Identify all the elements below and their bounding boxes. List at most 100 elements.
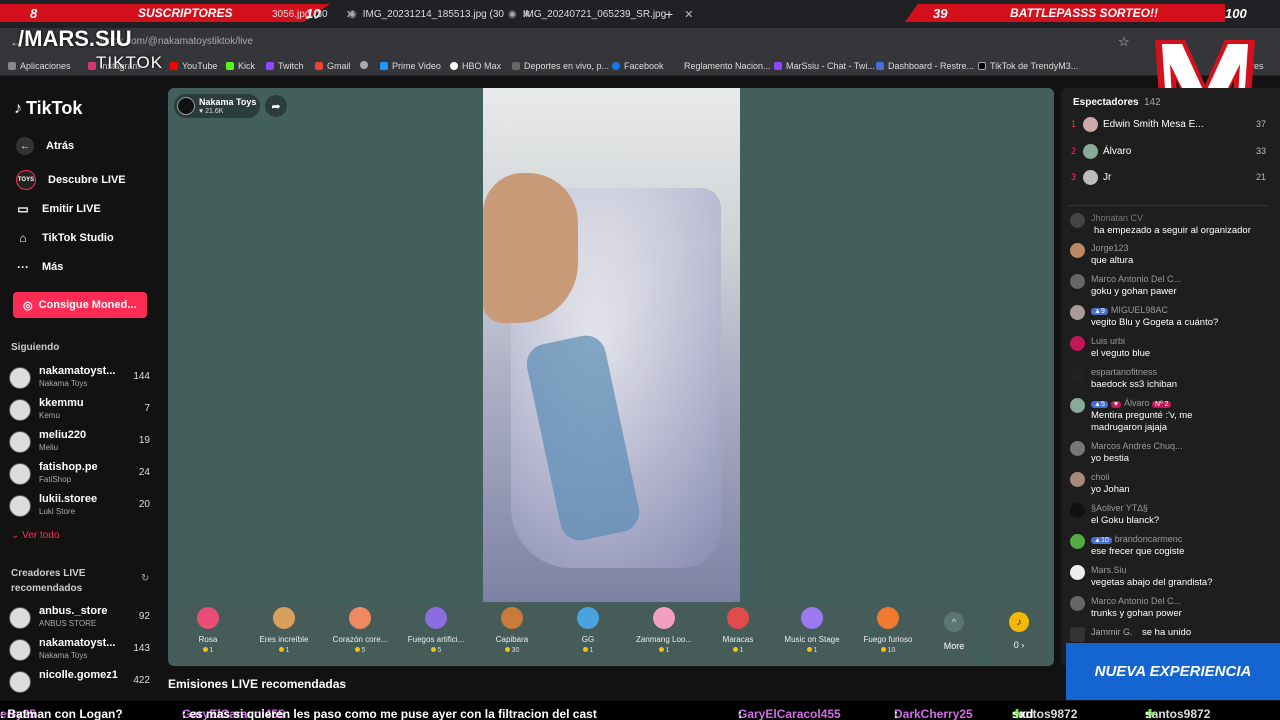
nav-back[interactable]: ← Atrás (16, 137, 74, 155)
gift-item[interactable]: Corazón core... 5 (322, 605, 398, 654)
rank-badge: Nº 2 (1152, 401, 1172, 408)
avatar (1070, 534, 1085, 549)
nav-go-live[interactable]: ▭ Emitir LIVE (16, 202, 100, 216)
bookmark-item[interactable]: Deportes en vivo, p... (512, 61, 609, 71)
chat-user[interactable]: Jhonatan CV (1091, 213, 1143, 223)
bookmark-item[interactable]: HBO Max (450, 61, 501, 71)
recommended-item[interactable]: anbus._store ANBUS STORE 92 (9, 604, 152, 632)
host-info[interactable]: Nakama Toys ♥ 21.6K (174, 94, 260, 118)
chat-user[interactable]: Marco Antonio Del C... (1091, 596, 1181, 606)
bookmark-item[interactable]: YouTube (170, 61, 217, 71)
gg-icon (577, 607, 599, 629)
ticker-user: GaryElCaracol455 (738, 707, 841, 720)
video-frame[interactable] (483, 88, 740, 602)
bookmark-item[interactable]: TikTok de TrendyM3... (978, 61, 1078, 71)
chat-user[interactable]: Marco Antonio Del C... (1091, 274, 1181, 284)
following-item[interactable]: fatishop.pe FatiShop 24 (9, 460, 152, 488)
gift-item[interactable]: Fuegos artifici... 5 (398, 605, 474, 654)
chat-ticker: erry25 : Batman con Logan? GaryElCaracol… (0, 701, 1280, 720)
subscribers-label: SUSCRIPTORES (138, 6, 233, 20)
following-item[interactable]: lukii.storee Luki Store 20 (9, 492, 152, 520)
bookmark-item[interactable]: MarSsiu - Chat - Twi... (774, 61, 875, 71)
browser-tab[interactable]: 3056.jpg (30 ✕ (272, 0, 355, 28)
coin-balance[interactable]: ♪ 0 › (990, 603, 1048, 663)
gift-item[interactable]: Zanmang Loo... 1 (626, 605, 702, 654)
recommended-item[interactable]: nakamatoyst... Nakama Toys 143 (9, 636, 152, 664)
chevron-up-icon: ^ (944, 612, 964, 632)
top-viewer[interactable]: 2 Álvaro 33 (1071, 144, 1266, 162)
chat-user[interactable]: §Aoliver YT∆§ (1091, 503, 1148, 513)
chat-text: ese frecer que cogiste (1091, 546, 1185, 557)
bookmark-item[interactable] (360, 61, 368, 69)
nav-label: Atrás (46, 140, 75, 152)
viewer-name: Edwin Smith Mesa E... (1103, 119, 1204, 130)
more-gifts-button[interactable]: ^ More (938, 612, 970, 651)
top-viewer[interactable]: 1 Edwin Smith Mesa E... 37 (1071, 117, 1266, 135)
gift-item[interactable]: Rosa 1 (170, 605, 246, 654)
nav-label: TikTok Studio (42, 232, 114, 244)
gift-item[interactable]: Fuego furioso 10 (850, 605, 926, 654)
chat-text: goku y gohan pawer (1091, 286, 1177, 297)
bookmark-item[interactable]: Aplicaciones (8, 61, 71, 71)
kick-icon (226, 62, 234, 70)
top-viewer[interactable]: 3 Jr 21 (1071, 170, 1266, 188)
avatar (1083, 170, 1098, 185)
avatar (9, 607, 31, 629)
following-item[interactable]: meliu220 Meliu 19 (9, 428, 152, 456)
following-item[interactable]: nakamatoyst... Nakama Toys 144 (9, 364, 152, 392)
chat-user[interactable]: ▲10 brandoncarmenc (1091, 534, 1182, 544)
chat-user[interactable]: Luis urbi (1091, 336, 1125, 346)
gift-item[interactable]: Music on Stage 1 (774, 605, 850, 654)
refresh-icon[interactable]: ↻ (141, 573, 149, 584)
live-player[interactable] (168, 88, 1054, 666)
gift-item[interactable]: Maracas 1 (700, 605, 776, 654)
gift-item[interactable]: Capibara 30 (474, 605, 550, 654)
bookmark-item[interactable]: Reglamento Nacion... (684, 61, 771, 71)
new-tab-button[interactable]: + (665, 0, 673, 28)
bookmark-item[interactable]: Prime Video (380, 61, 441, 71)
see-all-link[interactable]: ⌄ Ver todo (11, 530, 59, 541)
chat-user[interactable]: ▲9 MIGUEL98AC (1091, 305, 1168, 315)
browser-tab[interactable]: ◉ IMG_20231214_185513.jpg (30 ✕ (348, 0, 531, 28)
user-name: MIGUEL98AC (1110, 305, 1168, 315)
tiktok-logo[interactable]: ♪ TikTok (14, 98, 82, 119)
video-content (483, 173, 578, 323)
chat-user[interactable]: Jorge123 (1091, 243, 1129, 253)
nav-discover-live[interactable]: TOYS Descubre LIVE (16, 170, 126, 190)
price-value: 10 (887, 647, 896, 654)
brand-label: TIKTOK (96, 53, 164, 72)
nav-more[interactable]: ··· Más (16, 260, 63, 274)
avatar (9, 671, 31, 693)
recommended-item[interactable]: nicolle.gomez1 422 (9, 668, 152, 696)
level-badge: ▲5 (1091, 401, 1108, 408)
tab-title: IMG_20240721_065239_SR.jpg (522, 8, 667, 20)
bookmark-item[interactable]: Dashboard - Restre... (876, 61, 974, 71)
avatar (1070, 398, 1085, 413)
following-item[interactable]: kkemmu Kemu 7 (9, 396, 152, 424)
ticker-text: : es mas si quieren les paso como me pus… (182, 707, 597, 720)
get-coins-button[interactable]: ◎ Consigue Moned... (13, 292, 147, 318)
chat-user[interactable]: Jammir G. (1091, 627, 1133, 637)
gift-item[interactable]: Eres increíble 1 (246, 605, 322, 654)
chat-user[interactable]: choii (1091, 472, 1110, 482)
chat-user[interactable]: Marcos Andrés Chuq... (1091, 441, 1183, 451)
chat-user[interactable]: Mars.Siu (1091, 565, 1127, 575)
bookmark-item[interactable]: Twitch (266, 61, 304, 71)
tab-title: IMG_20231214_185513.jpg (30 (362, 8, 504, 20)
bookmark-label: Gmail (327, 61, 351, 71)
chat-user[interactable]: espartanofitness (1091, 367, 1157, 377)
close-icon[interactable]: ✕ (684, 8, 693, 21)
star-icon[interactable]: ☆ (1118, 34, 1130, 50)
image-icon: ◉ (508, 8, 517, 20)
bookmark-item[interactable]: Facebook (612, 61, 664, 71)
chat-user[interactable]: ▲5 ♥ Álvaro Nº 2 (1091, 398, 1174, 408)
bookmark-item[interactable]: Gmail (315, 61, 351, 71)
nav-studio[interactable]: ⌂ TikTok Studio (16, 231, 114, 245)
user-name: Álvaro (1124, 398, 1150, 408)
viewer-count: 422 (133, 675, 150, 686)
gift-item[interactable]: GG 1 (550, 605, 626, 654)
bookmark-label: MarSsiu - Chat - Twi... (786, 61, 875, 71)
bookmark-item[interactable]: Kick (226, 61, 255, 71)
share-icon[interactable]: ➦ (265, 95, 287, 117)
viewer-count: 20 (138, 499, 150, 510)
